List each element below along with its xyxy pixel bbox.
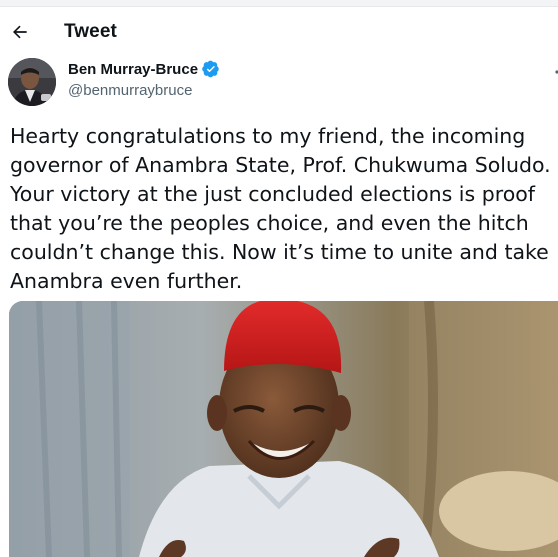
tweet-author: Ben Murray-Bruce @benmurraybruce [0,56,558,116]
back-button[interactable] [2,14,38,50]
author-handle[interactable]: @benmurraybruce [68,82,192,99]
tweet-text-line: Anambra even further. [10,269,243,293]
tweet-text-line: that you’re the peoples choice, and even… [10,211,529,235]
avatar[interactable] [8,58,56,106]
author-name[interactable]: Ben Murray-Bruce [68,61,198,78]
photo-of-man-in-red-cap [9,301,558,557]
tweet-text: Hearty congratulations to my friend, the… [10,122,554,296]
tweet-text-line: governor of Anambra State, Prof. Chukwum… [10,153,551,177]
page-header: Tweet [0,8,558,56]
tweet-text-line: Your victory at the just concluded elect… [10,182,535,206]
top-divider [0,0,558,7]
page-title: Tweet [64,21,117,42]
tweet-media-photo[interactable] [9,301,558,557]
author-name-line: Ben Murray-Bruce [68,60,220,78]
verified-badge-icon [202,60,219,78]
more-options-icon[interactable] [554,66,558,76]
arrow-left-icon [13,25,27,39]
tweet-text-line: Hearty congratulations to my friend, the… [10,124,526,148]
tweet-page: Tweet Ben Murray-Bruce @benmurraybruce H… [0,0,558,557]
tweet-text-line: couldn’t change this. Now it’s time to u… [10,240,549,264]
